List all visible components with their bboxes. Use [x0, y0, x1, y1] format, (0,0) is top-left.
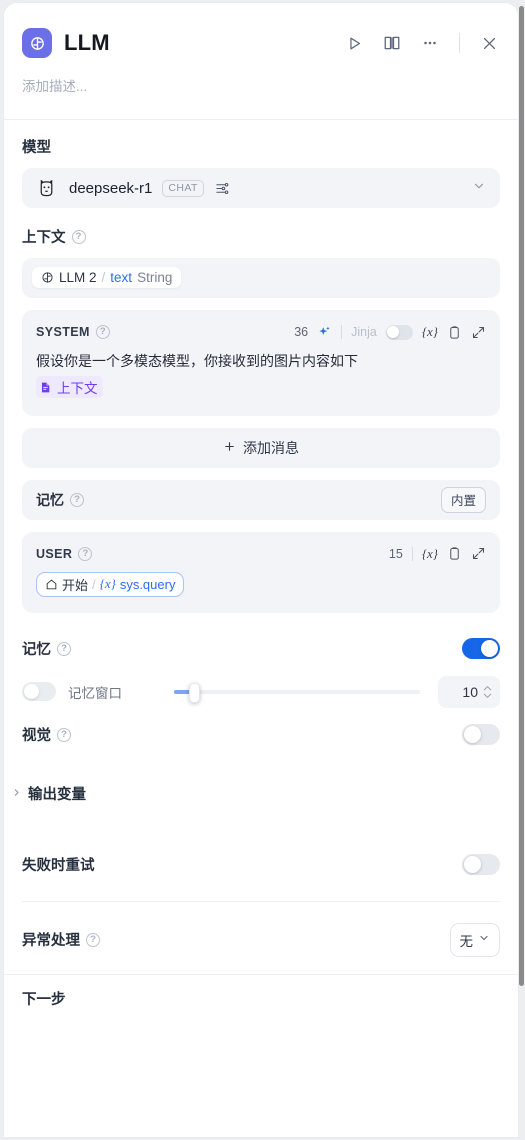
panel-body: 模型 deepseek-r1 CHAT 上下文 ? LLM 2 / text S… [4, 120, 518, 962]
sparkle-icon[interactable] [317, 325, 332, 340]
expand-icon[interactable] [471, 325, 486, 340]
scrollbar-thumb[interactable] [519, 6, 524, 986]
token-count: 15 [388, 546, 403, 561]
clipboard-icon[interactable] [447, 546, 462, 561]
context-section-label: 上下文 ? [22, 226, 500, 247]
node-description[interactable]: 添加描述... [4, 65, 518, 105]
message-role-label: SYSTEM [36, 325, 90, 339]
memory-window-value: 10 [462, 683, 478, 700]
memory-window-label: 记忆窗口 [68, 685, 122, 701]
variable-icon: {x} [99, 576, 116, 592]
builtin-badge[interactable]: 内置 [440, 486, 486, 513]
vision-toggle[interactable] [462, 724, 500, 746]
book-icon[interactable] [381, 32, 403, 54]
page-title: LLM [64, 30, 110, 55]
context-inline-tag[interactable]: 上下文 [36, 376, 103, 399]
plus-icon [223, 440, 236, 456]
model-type-badge: CHAT [162, 179, 204, 197]
document-icon [41, 382, 50, 393]
error-handling-select[interactable]: 无 [449, 922, 500, 957]
message-role-label: USER [36, 546, 73, 561]
panel-header: LLM [4, 3, 518, 65]
user-pill-separator: / [92, 576, 96, 592]
user-message-card: USER ? 15 {x} 开始 / {x} sys.query [22, 531, 500, 613]
next-step-row[interactable]: 下一步 [22, 975, 500, 1023]
vision-label: 视觉 [22, 728, 51, 745]
question-icon[interactable]: ? [57, 727, 71, 742]
question-icon[interactable]: ? [70, 492, 84, 507]
error-handling-label: 异常处理 [22, 933, 80, 950]
memory-builtin-row: 记忆 ? 内置 [22, 479, 500, 520]
variable-icon[interactable]: {x} [422, 324, 438, 340]
home-icon [46, 579, 57, 590]
model-section-label: 模型 [22, 136, 500, 157]
output-variables-label: 输出变量 [28, 787, 86, 804]
stepper-icon[interactable] [482, 685, 493, 699]
error-handling-row: 异常处理 ? 无 [22, 918, 500, 962]
jinja-label: Jinja [351, 325, 377, 339]
system-message-card: SYSTEM ? 36 Jinja {x} 假设你是一个多模态模型，你接收到的图… [22, 310, 500, 416]
context-field[interactable]: LLM 2 / text String [22, 258, 500, 298]
memory-window-toggle[interactable] [22, 682, 56, 702]
context-node-name: LLM 2 [59, 270, 97, 285]
tools-divider [341, 325, 343, 339]
context-variable-type: String [137, 270, 173, 285]
error-handling-value: 无 [459, 933, 474, 949]
llm-node-icon [22, 28, 52, 58]
sliders-icon[interactable] [215, 181, 230, 196]
header-divider [459, 33, 460, 53]
memory-setting-row: 记忆 ? [22, 627, 500, 671]
system-message-header: SYSTEM ? 36 Jinja {x} [36, 322, 486, 342]
memory-label: 记忆 [22, 642, 51, 659]
header-actions [343, 32, 500, 54]
user-variable-pill[interactable]: 开始 / {x} sys.query [36, 571, 185, 597]
memory-toggle[interactable] [462, 638, 500, 660]
chevron-down-icon[interactable] [472, 179, 486, 198]
user-message-header: USER ? 15 {x} [36, 544, 486, 564]
model-name: deepseek-r1 [69, 179, 153, 197]
chevron-right-icon [12, 788, 21, 800]
retry-label: 失败时重试 [22, 858, 95, 875]
memory-window-slider[interactable] [174, 682, 420, 703]
question-icon[interactable]: ? [95, 325, 110, 339]
question-icon[interactable]: ? [57, 641, 71, 656]
chevron-down-icon [478, 932, 490, 947]
ellipsis-icon[interactable] [419, 32, 441, 54]
question-icon[interactable]: ? [86, 932, 100, 947]
close-icon[interactable] [478, 32, 500, 54]
token-count: 36 [294, 325, 309, 339]
output-variables-section[interactable]: 输出变量 [12, 771, 500, 817]
retry-on-failure-row: 失败时重试 [22, 843, 500, 887]
retry-toggle[interactable] [462, 854, 500, 876]
expand-icon[interactable] [471, 546, 486, 561]
tools-divider [411, 546, 413, 561]
memory-window-row: 记忆窗口 10 [22, 671, 500, 713]
clipboard-icon[interactable] [447, 325, 462, 340]
scrollbar-track[interactable] [519, 0, 525, 1140]
user-node-name: 开始 [62, 577, 89, 593]
user-variable-name: sys.query [119, 576, 176, 592]
model-selector[interactable]: deepseek-r1 CHAT [22, 168, 500, 208]
context-tag-label: 上下文 [57, 381, 98, 397]
llm-node-panel: LLM 添加描述... 模型 deepseek-r1 CHAT 上下文 ? LL… [3, 2, 519, 1138]
context-separator: / [101, 270, 106, 285]
context-label-text: 上下文 [22, 230, 66, 246]
question-icon[interactable]: ? [78, 546, 93, 561]
llama-icon [40, 179, 53, 196]
play-icon[interactable] [343, 32, 365, 54]
model-label-text: 模型 [22, 140, 51, 156]
next-step-label: 下一步 [22, 992, 66, 1009]
jinja-toggle[interactable] [385, 324, 413, 340]
memory-builtin-label: 记忆 [36, 491, 64, 508]
context-variable-name: text [110, 270, 133, 285]
add-message-label: 添加消息 [243, 439, 299, 456]
question-icon[interactable]: ? [71, 229, 86, 244]
vision-setting-row: 视觉 ? [22, 713, 500, 757]
context-variable-chip[interactable]: LLM 2 / text String [32, 267, 182, 288]
llm-circle-icon [42, 272, 53, 283]
add-message-button[interactable]: 添加消息 [22, 427, 500, 468]
variable-icon[interactable]: {x} [422, 546, 438, 562]
memory-window-stepper[interactable]: 10 [438, 675, 500, 708]
system-message-text[interactable]: 假设你是一个多模态模型，你接收到的图片内容如下 [36, 351, 486, 371]
